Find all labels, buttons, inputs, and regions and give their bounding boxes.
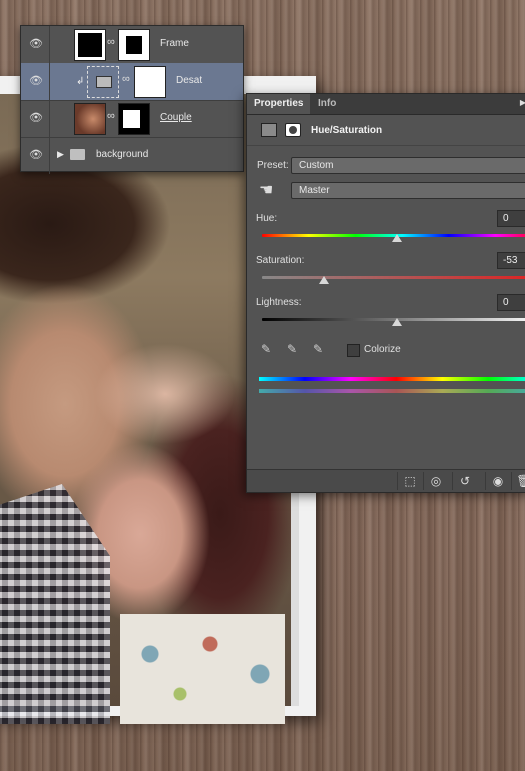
channel-dropdown[interactable]: Master — [291, 182, 525, 199]
layer-name[interactable]: Couple — [160, 112, 192, 123]
colorize-checkbox[interactable] — [347, 344, 360, 357]
expand-arrow-icon[interactable]: ▶ — [57, 149, 64, 160]
divider — [49, 63, 50, 100]
saturation-slider[interactable] — [262, 276, 525, 279]
photo-thumb-icon[interactable] — [74, 103, 106, 135]
adjustment-layer-icon[interactable] — [261, 123, 277, 137]
properties-panel: Properties Info ▶ Hue/Saturation Preset:… — [246, 93, 525, 493]
mask-thumb-icon[interactable] — [134, 66, 166, 98]
hue-input[interactable]: 0 — [497, 210, 525, 227]
layer-row-couple[interactable]: 👁 ∞ Couple — [21, 100, 243, 138]
layer-row-frame[interactable]: 👁 ∞ Frame — [21, 26, 243, 64]
clipping-arrow-icon: ↲ — [76, 76, 85, 87]
divider — [49, 100, 50, 137]
divider — [49, 26, 50, 63]
hand-tool-icon[interactable]: ☚ — [259, 180, 273, 200]
reset-icon[interactable]: ↺ — [452, 472, 477, 490]
layer-name[interactable]: Desat — [176, 75, 202, 86]
mask-icon[interactable] — [285, 123, 301, 137]
lightness-label: Lightness: — [256, 297, 302, 308]
link-icon[interactable]: ∞ — [107, 110, 115, 124]
folder-icon — [70, 149, 85, 160]
visibility-eye-icon[interactable]: 👁 — [29, 111, 43, 125]
lightness-input[interactable]: 0 — [497, 294, 525, 311]
properties-bottom-bar: ⬚ ◎ ↺ ◉ 🗑 — [247, 469, 525, 492]
hue-label: Hue: — [256, 213, 278, 224]
panel-menu-icon[interactable]: ▶ — [520, 98, 525, 107]
saturation-slider-thumb[interactable] — [319, 276, 329, 284]
link-icon[interactable]: ∞ — [107, 36, 115, 50]
layer-row-background[interactable]: 👁 ▶ background — [21, 137, 243, 174]
eyedropper-add-icon[interactable]: ✎ — [287, 342, 301, 358]
saturation-label: Saturation: — [256, 255, 305, 266]
layer-name[interactable]: Frame — [160, 38, 189, 49]
view-previous-icon[interactable]: ◎ — [423, 472, 448, 490]
link-icon[interactable]: ∞ — [122, 73, 130, 87]
toggle-visibility-icon[interactable]: ◉ — [485, 472, 510, 490]
layer-name[interactable]: background — [96, 149, 148, 160]
divider — [49, 137, 50, 174]
adjustment-header: Hue/Saturation — [247, 115, 525, 146]
floral-dress — [120, 614, 285, 724]
input-color-bar — [259, 377, 525, 381]
mask-thumb-icon[interactable] — [118, 29, 150, 61]
adjustment-thumb-icon[interactable] — [87, 66, 119, 98]
preset-dropdown[interactable]: Custom — [291, 157, 525, 174]
plaid-shirt — [0, 484, 110, 724]
frame-thumb-icon[interactable] — [74, 29, 106, 61]
preset-label: Preset: — [257, 160, 289, 171]
eyedropper-icon[interactable]: ✎ — [261, 342, 275, 358]
eyedropper-subtract-icon[interactable]: ✎ — [313, 342, 327, 358]
delete-icon[interactable]: 🗑 — [511, 472, 525, 490]
colorize-label: Colorize — [364, 344, 401, 355]
saturation-input[interactable]: -53 — [497, 252, 525, 269]
visibility-eye-icon[interactable]: 👁 — [29, 37, 43, 51]
tab-bar: Properties Info ▶ — [247, 94, 525, 115]
layers-panel: 👁 ∞ Frame 👁 ↲ ∞ Desat 👁 ∞ Couple 👁 ▶ bac… — [20, 25, 244, 174]
visibility-eye-icon[interactable]: 👁 — [29, 74, 43, 88]
output-color-bar — [259, 389, 525, 393]
layer-row-desat[interactable]: 👁 ↲ ∞ Desat — [21, 63, 243, 101]
mask-thumb-icon[interactable] — [118, 103, 150, 135]
tab-properties[interactable]: Properties — [247, 94, 311, 114]
tab-info[interactable]: Info — [311, 94, 343, 114]
lightness-slider-thumb[interactable] — [392, 318, 402, 326]
visibility-eye-icon[interactable]: 👁 — [29, 148, 43, 162]
clip-to-layer-icon[interactable]: ⬚ — [397, 472, 422, 490]
hue-slider-thumb[interactable] — [392, 234, 402, 242]
adjustment-title: Hue/Saturation — [311, 125, 383, 136]
